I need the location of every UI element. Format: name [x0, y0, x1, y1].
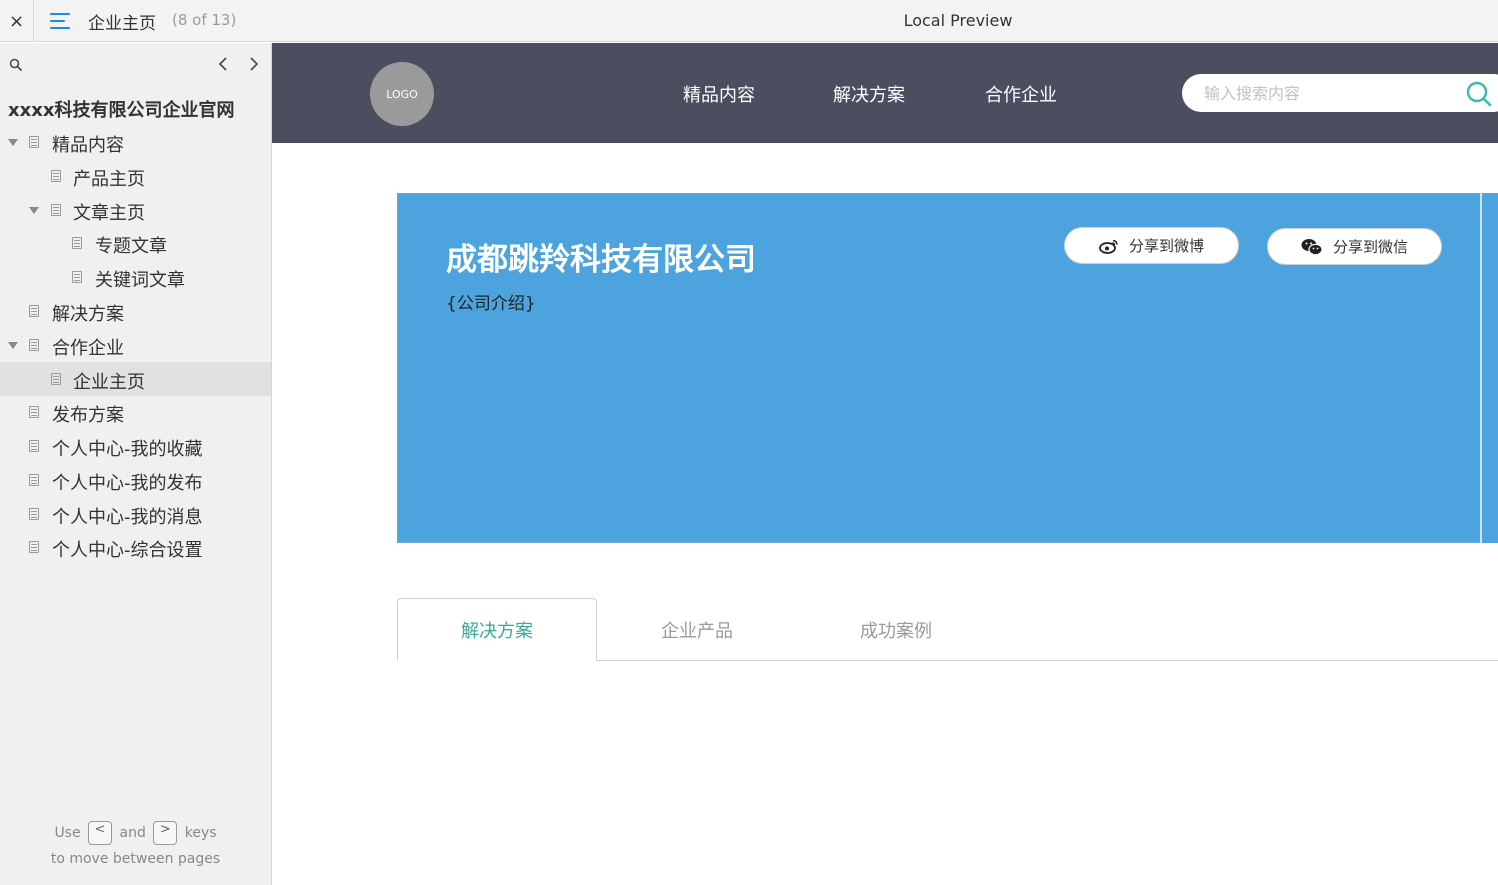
tree-item-messages[interactable]: 个人中心-我的消息: [0, 497, 271, 531]
company-name: 成都跳羚科技有限公司: [446, 242, 756, 278]
tree-item-label: 专题文章: [95, 236, 167, 257]
tree-item-settings[interactable]: 个人中心-综合设置: [0, 530, 271, 564]
weibo-icon: [1099, 239, 1118, 254]
tree-item-topic-article[interactable]: 专题文章: [0, 226, 271, 260]
tree-item-jingpin[interactable]: 精品内容: [0, 125, 271, 159]
nav-jingpin[interactable]: 精品内容: [683, 81, 755, 107]
tree-item-favorites[interactable]: 个人中心-我的收藏: [0, 429, 271, 463]
page-icon: [51, 373, 61, 385]
expand-triangle-icon[interactable]: [8, 342, 18, 349]
site-search-input[interactable]: [1204, 82, 1444, 104]
tree-item-label: 文章主页: [73, 203, 145, 224]
site-header: LOGO 精品内容 解决方案 合作企业: [272, 43, 1498, 143]
tab-cases[interactable]: 成功案例: [796, 598, 996, 661]
page-icon: [29, 541, 39, 553]
hint-use: Use: [54, 825, 81, 841]
tree-item-label: 个人中心-我的收藏: [52, 439, 203, 460]
sidebar: xxxx科技有限公司企业官网 精品内容 产品主页 文章主页 专题文章 关键词文章…: [0, 43, 272, 885]
tree-item-product[interactable]: 产品主页: [0, 159, 271, 193]
tree-item-label: 合作企业: [52, 338, 124, 359]
page-icon: [29, 440, 39, 452]
keyboard-hint: Use < and > keys to move between pages: [0, 820, 271, 872]
share-weibo-label: 分享到微博: [1128, 237, 1204, 255]
nav-partners[interactable]: 合作企业: [985, 81, 1057, 107]
page-icon: [29, 136, 39, 148]
tab-products[interactable]: 企业产品: [597, 598, 797, 661]
banner-next-slide-edge: [1480, 193, 1498, 543]
tree-item-company-home[interactable]: 企业主页: [0, 362, 271, 396]
tree-item-label: 发布方案: [52, 405, 124, 426]
preview-title-wrap: Local Preview: [0, 11, 1498, 30]
company-intro: {公司介绍}: [446, 294, 536, 314]
tree-item-partners[interactable]: 合作企业: [0, 328, 271, 362]
tree-item-my-posts[interactable]: 个人中心-我的发布: [0, 463, 271, 497]
site-logo[interactable]: LOGO: [370, 62, 434, 126]
top-bar: × 企业主页 (8 of 13) Local Preview: [0, 0, 1498, 42]
tree-item-label: 精品内容: [52, 135, 124, 156]
tree-item-label: 个人中心-综合设置: [52, 540, 203, 561]
preview-title: Local Preview: [903, 11, 1013, 30]
tree-item-article[interactable]: 文章主页: [0, 193, 271, 227]
tree-item-solution[interactable]: 解决方案: [0, 294, 271, 328]
hint-line-1: Use < and > keys: [0, 820, 271, 846]
share-wechat-label: 分享到微信: [1332, 238, 1408, 256]
preview-canvas: LOGO 精品内容 解决方案 合作企业 成都跳羚科技有限公司 {公司介绍} 分享…: [272, 43, 1498, 885]
search-icon[interactable]: [1465, 80, 1493, 108]
tree-item-publish[interactable]: 发布方案: [0, 395, 271, 429]
hint-and: and: [119, 825, 146, 841]
site-title[interactable]: xxxx科技有限公司企业官网: [8, 96, 234, 122]
tree-item-label: 产品主页: [73, 169, 145, 190]
page-icon: [51, 204, 61, 216]
share-weibo-button[interactable]: 分享到微博: [1064, 227, 1239, 264]
page-icon: [29, 474, 39, 486]
next-key-icon: >: [153, 821, 178, 845]
wechat-icon: [1301, 238, 1323, 255]
prev-page-icon[interactable]: [216, 55, 232, 73]
tree-item-label: 个人中心-我的消息: [52, 507, 203, 528]
expand-triangle-icon[interactable]: [8, 139, 18, 146]
company-banner: 成都跳羚科技有限公司 {公司介绍} 分享到微博 分享到微信: [397, 193, 1482, 543]
tree-item-label: 解决方案: [52, 304, 124, 325]
site-search-box: [1182, 74, 1498, 112]
hint-line-2: to move between pages: [50, 851, 221, 867]
tree-item-label: 关键词文章: [95, 270, 185, 291]
tree-item-keyword-article[interactable]: 关键词文章: [0, 260, 271, 294]
page-icon: [29, 508, 39, 520]
tree-item-label: 企业主页: [73, 372, 145, 393]
tab-solution[interactable]: 解决方案: [397, 598, 597, 661]
tree-item-label: 个人中心-我的发布: [52, 473, 203, 494]
next-key-label: >: [159, 822, 171, 837]
prev-key-label: <: [94, 822, 106, 837]
page-icon: [51, 170, 61, 182]
expand-triangle-icon[interactable]: [29, 207, 39, 214]
search-icon[interactable]: [9, 58, 23, 72]
prev-key-icon: <: [88, 821, 113, 845]
share-wechat-button[interactable]: 分享到微信: [1267, 228, 1442, 265]
page-icon: [72, 271, 82, 283]
nav-solution[interactable]: 解决方案: [833, 81, 905, 107]
hint-keys: keys: [184, 825, 217, 841]
page-icon: [72, 237, 82, 249]
page-icon: [29, 406, 39, 418]
page-icon: [29, 339, 39, 351]
page-icon: [29, 305, 39, 317]
next-page-icon[interactable]: [245, 55, 261, 73]
